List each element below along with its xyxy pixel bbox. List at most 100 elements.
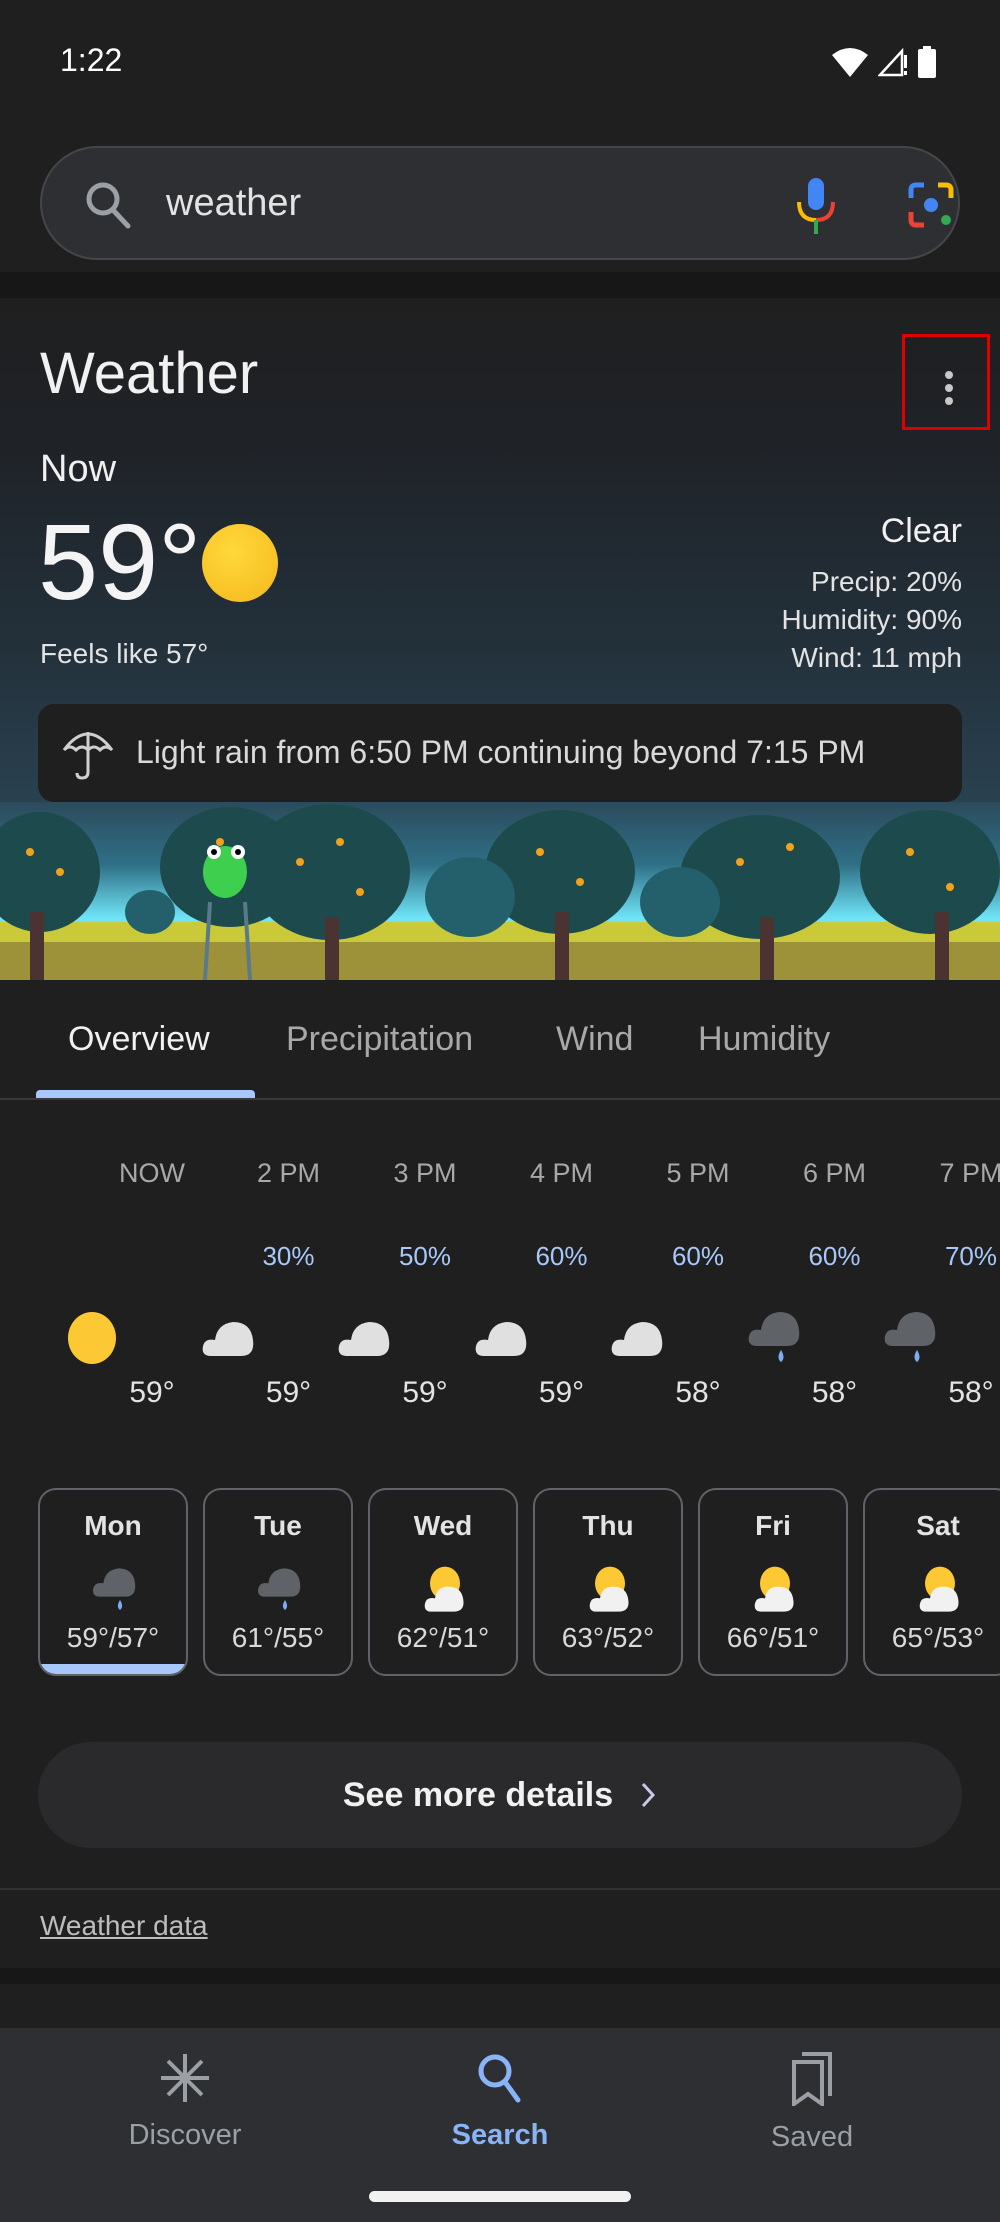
day-card-tue[interactable]: Tue 61°/55° (203, 1488, 353, 1676)
selected-indicator (40, 1664, 186, 1674)
wifi-icon (832, 48, 868, 77)
divider (0, 1888, 1000, 1890)
day-name: Tue (254, 1510, 302, 1541)
alert-text: Light rain from 6:50 PM continuing beyon… (136, 734, 866, 770)
next-card-edge (0, 1984, 1000, 2028)
partly-cloudy-icon (420, 1560, 470, 1620)
day-name: Thu (582, 1510, 634, 1541)
hour-label: NOW (119, 1158, 185, 1188)
tab-precipitation[interactable]: Precipitation (286, 1020, 473, 1059)
weather-tabs: Overview Precipitation Wind Humidity (0, 980, 1000, 1100)
nav-search-label: Search (451, 2119, 549, 2151)
hour-temp: 58° (948, 1376, 994, 1409)
nav-discover-label: Discover (128, 2119, 242, 2151)
discover-icon (161, 2054, 209, 2102)
search-icon (478, 2054, 521, 2103)
feels-like: Feels like 57° (40, 638, 209, 669)
weather-illustration (0, 802, 1000, 980)
tab-indicator (36, 1090, 255, 1098)
day-temps: 62°/51° (396, 1622, 490, 1653)
hour-temp: 58° (675, 1376, 721, 1409)
rain-icon (881, 1308, 941, 1368)
status-time: 1:22 (60, 42, 123, 78)
condition: Clear (880, 512, 962, 550)
status-icons (832, 46, 936, 78)
see-more-label: See more details (342, 1775, 614, 1814)
tab-overview[interactable]: Overview (68, 1020, 210, 1059)
rain-alert[interactable]: Light rain from 6:50 PM continuing beyon… (38, 704, 962, 802)
cloud-icon (199, 1308, 259, 1368)
partly-cloudy-icon (915, 1560, 965, 1620)
hour-temp: 59° (402, 1376, 448, 1409)
sun-icon (202, 524, 278, 602)
search-icon (86, 182, 131, 229)
umbrella-icon (62, 732, 114, 780)
day-card-thu[interactable]: Thu 63°/52° (533, 1488, 683, 1676)
partly-cloudy-icon (750, 1560, 800, 1620)
bottom-navigation: Discover Search Saved (0, 2028, 1000, 2222)
day-card-mon[interactable]: Mon 59°/57° (38, 1488, 188, 1676)
nav-saved[interactable]: Saved (692, 2052, 932, 2154)
day-name: Fri (755, 1510, 791, 1541)
search-bar[interactable]: weather (40, 146, 960, 260)
tab-humidity[interactable]: Humidity (698, 1020, 830, 1059)
hour-label: 4 PM (529, 1158, 594, 1188)
partly-cloudy-icon (585, 1560, 635, 1620)
day-temps: 59°/57° (66, 1622, 160, 1653)
lens-icon[interactable] (908, 182, 954, 228)
day-temps: 66°/51° (726, 1622, 820, 1653)
search-input[interactable]: weather (166, 182, 301, 225)
sun-icon (62, 1308, 122, 1368)
day-card-fri[interactable]: Fri 66°/51° (698, 1488, 848, 1676)
day-card-sat[interactable]: Sat 65°/53° (863, 1488, 1000, 1676)
now-label: Now (40, 448, 117, 490)
cell-signal-icon (878, 47, 907, 77)
status-bar: 1:22 (0, 0, 1000, 130)
rain-icon (745, 1308, 805, 1368)
hour-precip: 50% (398, 1241, 452, 1271)
section-divider (0, 1968, 1000, 1984)
cloud-icon (335, 1308, 395, 1368)
weather-card: Weather Now 59° Feels like 57° Clear Pre… (0, 298, 1000, 1968)
day-name: Mon (84, 1510, 142, 1541)
day-name: Sat (916, 1510, 960, 1541)
chevron-right-icon (642, 1782, 656, 1808)
hour-label: 5 PM (666, 1158, 730, 1188)
weather-data-link[interactable]: Weather data (40, 1910, 208, 1942)
hour-label: 3 PM (393, 1158, 457, 1188)
hour-precip: 60% (535, 1241, 588, 1271)
battery-icon (918, 46, 936, 78)
day-name: Wed (413, 1510, 473, 1541)
weather-hero: Weather Now 59° Feels like 57° Clear Pre… (0, 298, 1000, 980)
current-temperature: 59° (38, 501, 202, 622)
hourly-forecast: NOW 59° 2 PM 30% 59° 3 PM 50% 59° 4 PM 6… (0, 1148, 1000, 1409)
mic-icon[interactable] (794, 178, 838, 234)
hour-temp: 58° (811, 1376, 858, 1409)
hour-precip: 30% (262, 1241, 315, 1271)
home-indicator[interactable] (369, 2191, 631, 2202)
nav-discover[interactable]: Discover (65, 2052, 305, 2152)
hour-label: 6 PM (802, 1158, 867, 1188)
rain-icon (90, 1560, 140, 1620)
see-more-details-button[interactable]: See more details (38, 1742, 962, 1848)
hour-label: 7 PM (939, 1158, 1000, 1188)
saved-icon (792, 2052, 832, 2108)
rain-icon (255, 1560, 305, 1620)
wind-detail: Wind: 11 mph (791, 642, 962, 673)
nav-search[interactable]: Search (380, 2052, 620, 2152)
day-temps: 63°/52° (561, 1622, 655, 1653)
hour-temp: 59° (265, 1376, 312, 1409)
tab-wind[interactable]: Wind (556, 1020, 633, 1059)
day-temps: 61°/55° (231, 1622, 325, 1653)
day-card-wed[interactable]: Wed 62°/51° (368, 1488, 518, 1676)
nav-saved-label: Saved (770, 2121, 854, 2153)
precip-detail: Precip: 20% (811, 566, 962, 597)
orchard-illustration (0, 802, 1000, 980)
hour-precip: 60% (671, 1241, 725, 1271)
hour-precip: 70% (944, 1241, 998, 1271)
cloud-icon (608, 1308, 668, 1368)
section-divider (0, 272, 1000, 298)
hour-precip: 60% (808, 1241, 861, 1271)
more-options-button[interactable] (902, 334, 990, 430)
hour-temp: 59° (538, 1376, 585, 1409)
